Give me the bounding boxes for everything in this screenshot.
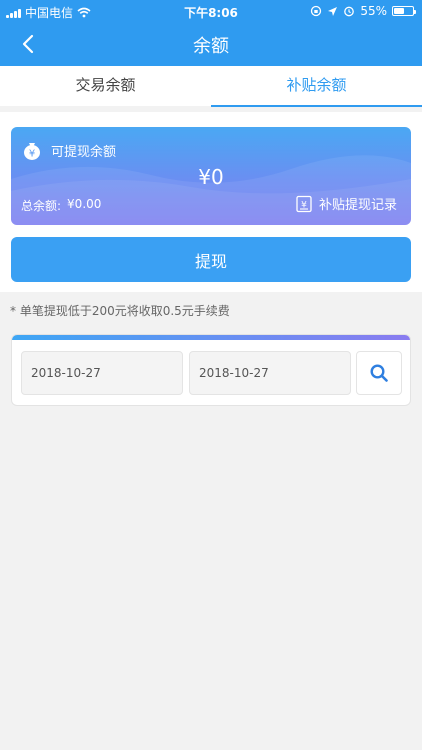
withdrawable-balance-label: 可提现余额 — [51, 145, 117, 160]
total-balance-label: 总余额: — [21, 199, 62, 213]
start-date-input[interactable] — [21, 351, 183, 395]
withdraw-button[interactable]: 提现 — [11, 237, 411, 282]
svg-text:¥: ¥ — [29, 148, 35, 159]
status-right: 55% — [310, 4, 416, 18]
subsidy-withdraw-record-link[interactable]: ¥ 补贴提现记录 — [295, 194, 397, 213]
record-icon: ¥ — [296, 195, 312, 212]
rotation-lock-icon — [311, 5, 322, 17]
filter-card-accent — [12, 335, 410, 340]
nav-bar: 余额 — [0, 22, 422, 66]
tab-transaction-balance[interactable]: 交易余额 — [0, 66, 211, 106]
total-balance-value: ¥0.00 — [67, 197, 102, 211]
page-title: 余额 — [193, 36, 229, 57]
end-date-input[interactable] — [189, 351, 351, 395]
withdrawable-balance-amount: ¥0 — [198, 165, 224, 189]
battery-icon — [392, 6, 416, 16]
location-icon — [328, 6, 338, 16]
fee-note: * 单笔提现低于200元将收取0.5元手续费 — [10, 304, 230, 318]
date-filter-card — [11, 334, 411, 406]
tab-subsidy-balance[interactable]: 补贴余额 — [211, 66, 422, 107]
money-bag-icon: ¥ — [24, 143, 40, 160]
status-bar: 中国电信 下午8:06 55% — [0, 0, 422, 22]
search-icon — [370, 364, 388, 382]
balance-card: ¥ 可提现余额 ¥0 总余额: ¥0.00 ¥ 补贴提现记录 — [11, 127, 411, 225]
search-button[interactable] — [356, 351, 402, 395]
total-balance: 总余额: ¥0.00 — [21, 197, 101, 214]
battery-percent: 55% — [360, 4, 387, 18]
alarm-icon — [344, 6, 355, 17]
tab-bar: 交易余额 补贴余额 — [0, 66, 422, 107]
record-label: 补贴提现记录 — [318, 198, 397, 213]
